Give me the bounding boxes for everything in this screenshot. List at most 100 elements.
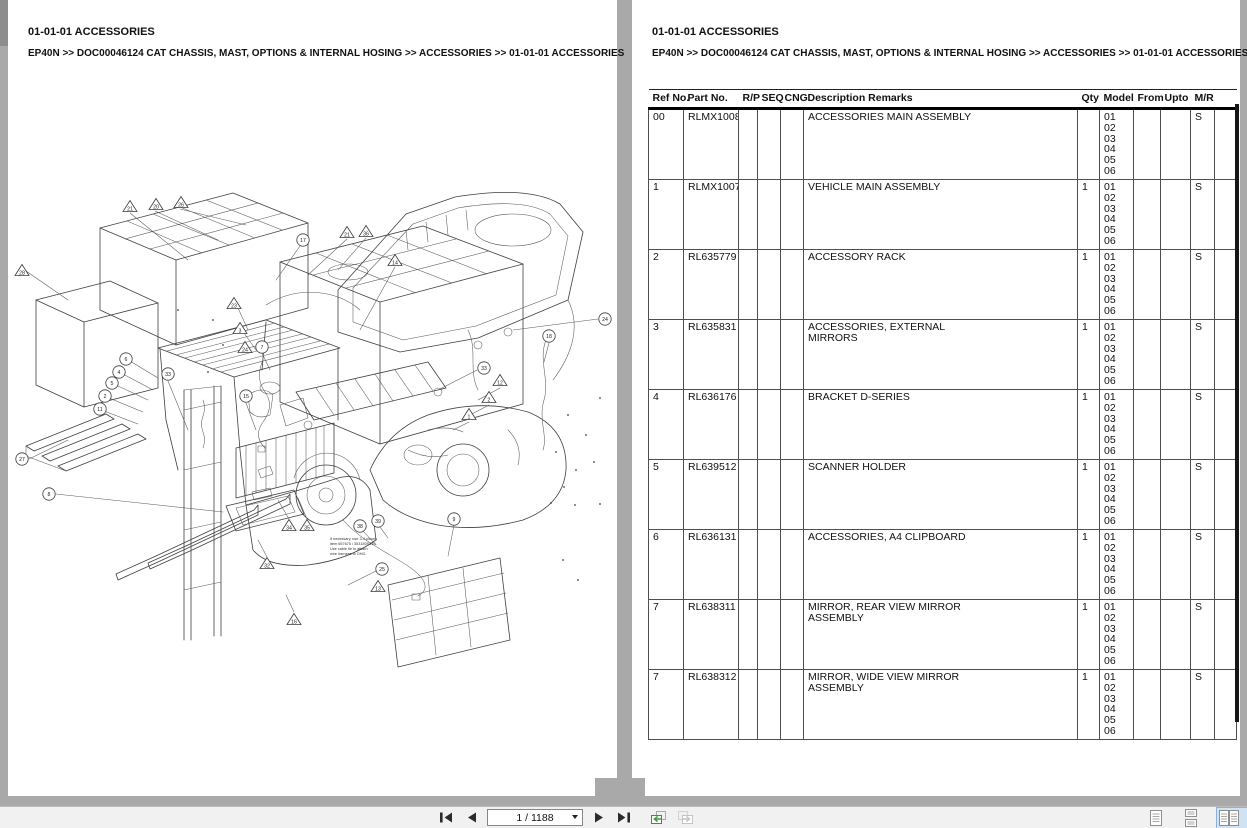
- next-page-button[interactable]: [590, 810, 608, 826]
- table-cell: S: [1191, 460, 1215, 530]
- page-indicator[interactable]: 1 / 1188: [487, 809, 583, 826]
- table-cell: [781, 530, 804, 600]
- table-cell: RL636176: [684, 390, 739, 460]
- pdf-viewer: 01-01-01 ACCESSORIES EP40N >> DOC0004612…: [0, 0, 1247, 828]
- continuous-layout-button[interactable]: [1181, 807, 1201, 828]
- svg-text:18: 18: [546, 334, 552, 340]
- table-cell: [781, 180, 804, 250]
- svg-text:Use cable tie to attach: Use cable tie to attach: [330, 547, 368, 551]
- column-header: Ref No.: [649, 90, 684, 109]
- table-cell: [1161, 670, 1191, 740]
- table-cell: [1215, 530, 1237, 600]
- table-cell: MIRROR, WIDE VIEW MIRROR ASSEMBLY: [804, 670, 1078, 740]
- breadcrumb: EP40N >> DOC00046124 CAT CHASSIS, MAST, …: [652, 48, 1247, 59]
- table-row: 5RL639512SCANNER HOLDER101 02 03 04 05 0…: [649, 460, 1237, 530]
- svg-text:1: 1: [468, 414, 471, 420]
- table-cell: [1161, 109, 1191, 180]
- table-cell: SCANNER HOLDER: [804, 460, 1078, 530]
- last-page-button[interactable]: [615, 810, 633, 826]
- svg-text:26: 26: [178, 202, 184, 208]
- table-cell: [758, 460, 781, 530]
- svg-text:21: 21: [127, 206, 133, 212]
- table-cell: [1215, 320, 1237, 390]
- table-cell: [758, 180, 781, 250]
- table-cell: [758, 109, 781, 180]
- svg-text:2: 2: [488, 397, 491, 403]
- svg-text:15: 15: [243, 394, 249, 400]
- table-cell: [758, 390, 781, 460]
- table-cell: RL638311: [684, 600, 739, 670]
- table-cell: 01 02 03 04 05 06: [1100, 250, 1134, 320]
- column-header: CNG: [781, 90, 804, 109]
- table-cell: 01 02 03 04 05 06: [1100, 390, 1134, 460]
- toolbar-handle[interactable]: [595, 778, 645, 806]
- callout-markers: 2120262821361417233247241833336452111527…: [15, 197, 611, 626]
- table-cell: [1215, 109, 1237, 180]
- page-indicator-value: 1 / 1188: [516, 812, 553, 824]
- table-cell: [758, 320, 781, 390]
- exploded-diagram: If necessary, use 3-4 pieces item 657675…: [8, 0, 617, 795]
- table-header-row: Ref No.Part No.R/PSEQCNGDescription Rema…: [649, 90, 1237, 109]
- table-row: 00RLMX100801ACCESSORIES MAIN ASSEMBLY01 …: [649, 109, 1237, 180]
- table-cell: 3: [649, 320, 684, 390]
- table-cell: S: [1191, 530, 1215, 600]
- svg-text:12: 12: [497, 380, 503, 386]
- table-cell: [1161, 250, 1191, 320]
- page-left: 01-01-01 ACCESSORIES EP40N >> DOC0004612…: [8, 0, 617, 796]
- table-cell: BRACKET D-SERIES: [804, 390, 1078, 460]
- two-page-layout-button[interactable]: [1216, 807, 1247, 828]
- svg-text:32: 32: [264, 563, 270, 569]
- table-cell: 6: [649, 530, 684, 600]
- single-page-layout-button[interactable]: [1146, 807, 1166, 828]
- table-cell: 1: [1078, 320, 1100, 390]
- table-cell: [1161, 390, 1191, 460]
- svg-text:14: 14: [392, 260, 398, 266]
- svg-text:33: 33: [481, 366, 487, 372]
- table-cell: [1161, 530, 1191, 600]
- previous-view-button[interactable]: [649, 810, 667, 826]
- table-cell: 00: [649, 109, 684, 180]
- svg-text:33: 33: [165, 372, 171, 378]
- table-cell: [1161, 600, 1191, 670]
- page-nav-group: 1 / 1188: [437, 807, 694, 828]
- table-cell: [739, 390, 758, 460]
- svg-text:35: 35: [304, 525, 310, 531]
- table-cell: [781, 390, 804, 460]
- table-right-bold-border: [1235, 104, 1239, 722]
- svg-text:17: 17: [300, 238, 306, 244]
- svg-text:24: 24: [242, 347, 248, 353]
- continuous-page-icon: [1184, 809, 1198, 827]
- first-page-button[interactable]: [437, 810, 455, 826]
- svg-text:3: 3: [239, 328, 242, 334]
- svg-text:28: 28: [19, 270, 25, 276]
- table-cell: [758, 600, 781, 670]
- table-cell: [1134, 180, 1161, 250]
- svg-text:13: 13: [375, 586, 381, 592]
- table-cell: S: [1191, 320, 1215, 390]
- table-cell: ACCESSORIES, EXTERNAL MIRRORS: [804, 320, 1078, 390]
- table-cell: RL635779: [684, 250, 739, 320]
- table-cell: [739, 530, 758, 600]
- next-view-button[interactable]: [676, 810, 694, 826]
- table-cell: 01 02 03 04 05 06: [1100, 530, 1134, 600]
- table-cell: 1: [1078, 180, 1100, 250]
- table-row: 2RL635779ACCESSORY RACK101 02 03 04 05 0…: [649, 250, 1237, 320]
- table-cell: 5: [649, 460, 684, 530]
- column-header: Model: [1100, 90, 1134, 109]
- table-cell: S: [1191, 109, 1215, 180]
- svg-text:38: 38: [357, 524, 363, 530]
- table-row: 3RL635831ACCESSORIES, EXTERNAL MIRRORS10…: [649, 320, 1237, 390]
- table-cell: S: [1191, 250, 1215, 320]
- table-cell: [739, 460, 758, 530]
- table-cell: 01 02 03 04 05 06: [1100, 460, 1134, 530]
- previous-page-button[interactable]: [462, 810, 480, 826]
- svg-text:5: 5: [111, 381, 114, 387]
- table-cell: 1: [649, 180, 684, 250]
- table-cell: S: [1191, 670, 1215, 740]
- scrollbar-thumb[interactable]: [0, 0, 8, 46]
- table-cell: [739, 180, 758, 250]
- first-page-icon: [439, 812, 453, 823]
- table-cell: 1: [1078, 600, 1100, 670]
- svg-text:21: 21: [344, 232, 350, 238]
- previous-view-icon: [650, 810, 667, 825]
